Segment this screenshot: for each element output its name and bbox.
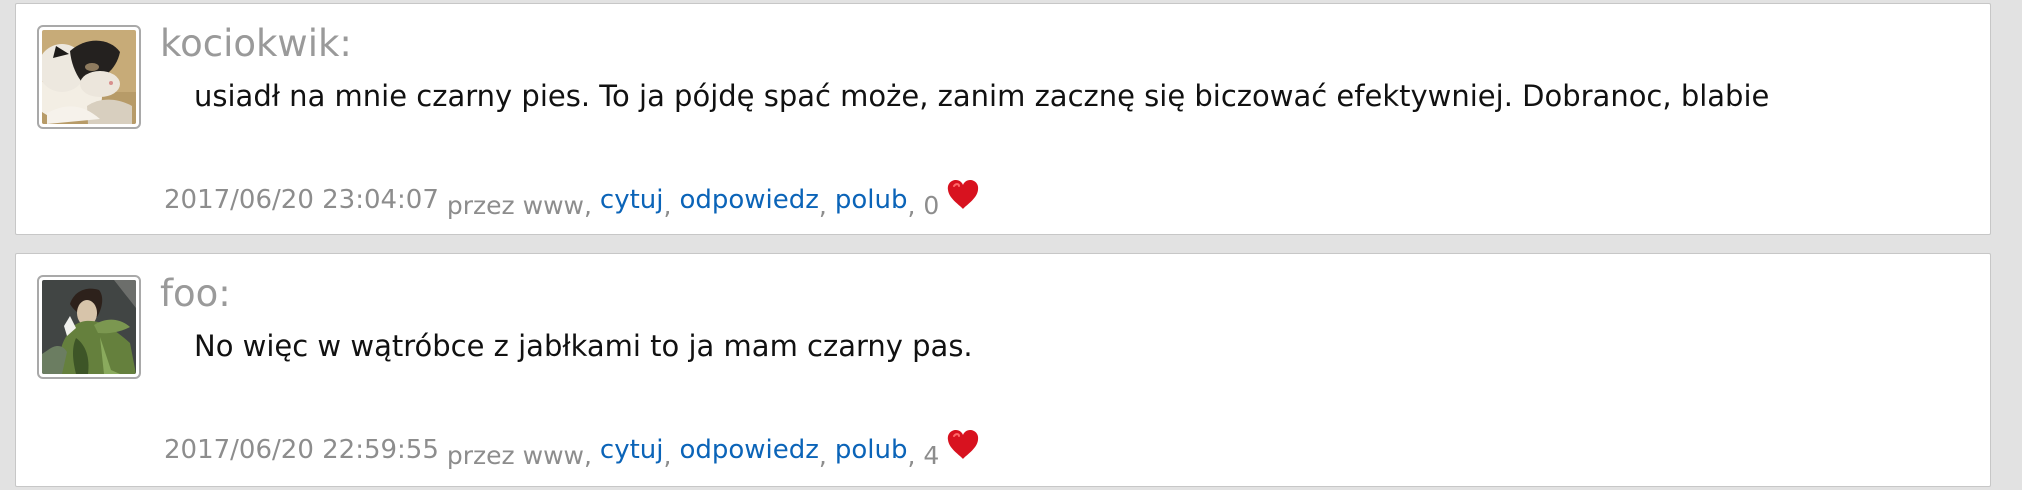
comment-text: No więc w wątróbce z jabłkami to ja mam … (194, 329, 973, 363)
separator: , (663, 441, 672, 470)
like-count: , 4 (907, 441, 940, 470)
reply-link[interactable]: odpowiedz (679, 185, 818, 215)
heart-icon[interactable] (946, 429, 980, 461)
like-link[interactable]: polub (835, 185, 908, 215)
like-count: , 0 (907, 191, 940, 220)
like-link[interactable]: polub (835, 435, 908, 465)
comment-text: usiadł na mnie czarny pies. To ja pójdę … (194, 79, 1770, 113)
comment-meta: 2017/06/20 23:04:07 przez www, cytuj , o… (164, 176, 980, 220)
heart-icon[interactable] (946, 179, 980, 211)
timestamp: 2017/06/20 23:04:07 (164, 185, 439, 215)
woman-in-green-avatar-icon (42, 280, 136, 374)
reply-link[interactable]: odpowiedz (679, 435, 818, 465)
quote-link[interactable]: cytuj (600, 185, 664, 215)
avatar[interactable] (37, 25, 141, 129)
author-name: foo: (160, 272, 231, 315)
separator: , (663, 191, 672, 220)
separator: , (818, 191, 827, 220)
source-label: przez www, (446, 191, 592, 220)
avatar[interactable] (37, 275, 141, 379)
source-label: przez www, (446, 441, 592, 470)
author-name: kociokwik: (160, 22, 352, 65)
timestamp: 2017/06/20 22:59:55 (164, 435, 439, 465)
comment-card: kociokwik: usiadł na mnie czarny pies. T… (15, 3, 1991, 235)
quote-link[interactable]: cytuj (600, 435, 664, 465)
cat-avatar-icon (42, 30, 136, 124)
comment-card: foo: No więc w wątróbce z jabłkami to ja… (15, 253, 1991, 487)
separator: , (818, 441, 827, 470)
comment-meta: 2017/06/20 22:59:55 przez www, cytuj , o… (164, 426, 980, 470)
